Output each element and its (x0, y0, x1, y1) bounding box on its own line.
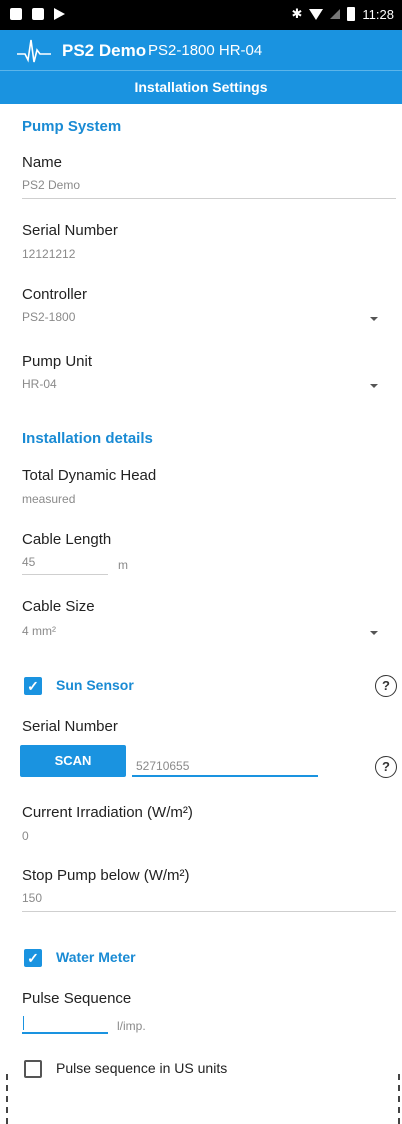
tdh-label: Total Dynamic Head (22, 467, 157, 484)
cable-size-label: Cable Size (22, 598, 95, 615)
controller-dropdown[interactable]: PS2-1800 (22, 306, 396, 330)
pulse-sequence-input[interactable] (22, 1014, 108, 1034)
pump-unit-label: Pump Unit (22, 353, 93, 370)
cable-length-value: 45 (22, 555, 36, 569)
irradiation-label: Current Irradiation (W/m²) (22, 804, 193, 821)
app-subtitle: PS2-1800 HR-04 (148, 42, 263, 59)
us-units-label: Pulse sequence in US units (56, 1060, 228, 1076)
checkbox-checked-icon: ✓ (24, 677, 42, 695)
text-cursor (23, 1016, 24, 1030)
cable-size-value: 4 mm² (22, 624, 56, 638)
cable-size-dropdown[interactable]: 4 mm² (22, 620, 396, 644)
pump-unit-dropdown[interactable]: HR-04 (22, 373, 396, 397)
sun-serial-label: Serial Number (22, 718, 118, 735)
app-bar: PS2 Demo PS2-1800 HR-04 (0, 30, 402, 70)
pulse-sequence-label: Pulse Sequence (22, 990, 132, 1007)
dashed-edge-left (6, 1074, 8, 1124)
irradiation-value: 0 (22, 829, 29, 843)
media-icon (54, 8, 65, 20)
serial-number-value: 12121212 (22, 247, 76, 261)
waveform-logo-icon (17, 39, 51, 63)
scan-button[interactable]: SCAN (20, 745, 126, 777)
notification-icon (32, 8, 44, 20)
controller-label: Controller (22, 286, 88, 303)
page-title: Installation Settings (0, 70, 402, 104)
chevron-down-icon (370, 317, 378, 321)
wifi-icon (309, 8, 324, 20)
stop-pump-value: 150 (22, 891, 43, 905)
name-field[interactable]: PS2 Demo (22, 178, 396, 199)
signal-icon (330, 9, 341, 19)
bluetooth-icon: ✱ (291, 6, 303, 21)
name-label: Name (22, 154, 63, 171)
cable-length-input[interactable]: 45 (22, 555, 108, 575)
tdh-value: measured (22, 492, 76, 506)
water-meter-checkbox[interactable]: ✓ Water Meter (22, 947, 162, 969)
sun-sensor-checkbox[interactable]: ✓ Sun Sensor (22, 675, 162, 697)
checkbox-checked-icon: ✓ (24, 949, 42, 967)
status-notifications (10, 8, 65, 20)
status-time: 11:28 (362, 6, 394, 22)
pump-unit-value: HR-04 (22, 377, 57, 391)
chevron-down-icon (370, 384, 378, 388)
pulse-unit: l/imp. (117, 1019, 146, 1033)
us-units-checkbox[interactable]: Pulse sequence in US units (22, 1058, 282, 1080)
checkbox-unchecked-icon (24, 1060, 42, 1078)
app-title: PS2 Demo (62, 41, 147, 60)
controller-value: PS2-1800 (22, 310, 76, 324)
cable-length-unit: m (118, 558, 128, 572)
stop-pump-label: Stop Pump below (W/m²) (22, 867, 190, 884)
serial-number-label: Serial Number (22, 222, 118, 239)
sun-serial-value: 52710655 (136, 759, 190, 773)
help-icon[interactable]: ? (375, 675, 397, 697)
sun-serial-input[interactable]: 52710655 (132, 759, 318, 777)
sun-sensor-label: Sun Sensor (56, 677, 134, 693)
section-header-installation: Installation details (22, 430, 153, 447)
status-system: ✱ 11:28 (292, 6, 394, 22)
chevron-down-icon (370, 631, 378, 635)
stop-pump-input[interactable]: 150 (22, 891, 396, 912)
cable-length-label: Cable Length (22, 531, 112, 548)
notification-icon (10, 8, 22, 20)
name-value: PS2 Demo (22, 178, 81, 192)
battery-icon (347, 7, 356, 21)
status-bar: ✱ 11:28 (0, 0, 402, 30)
help-icon[interactable]: ? (375, 756, 397, 778)
dashed-edge-right (398, 1074, 400, 1124)
section-header-pump-system: Pump System (22, 118, 122, 135)
water-meter-label: Water Meter (56, 949, 136, 965)
